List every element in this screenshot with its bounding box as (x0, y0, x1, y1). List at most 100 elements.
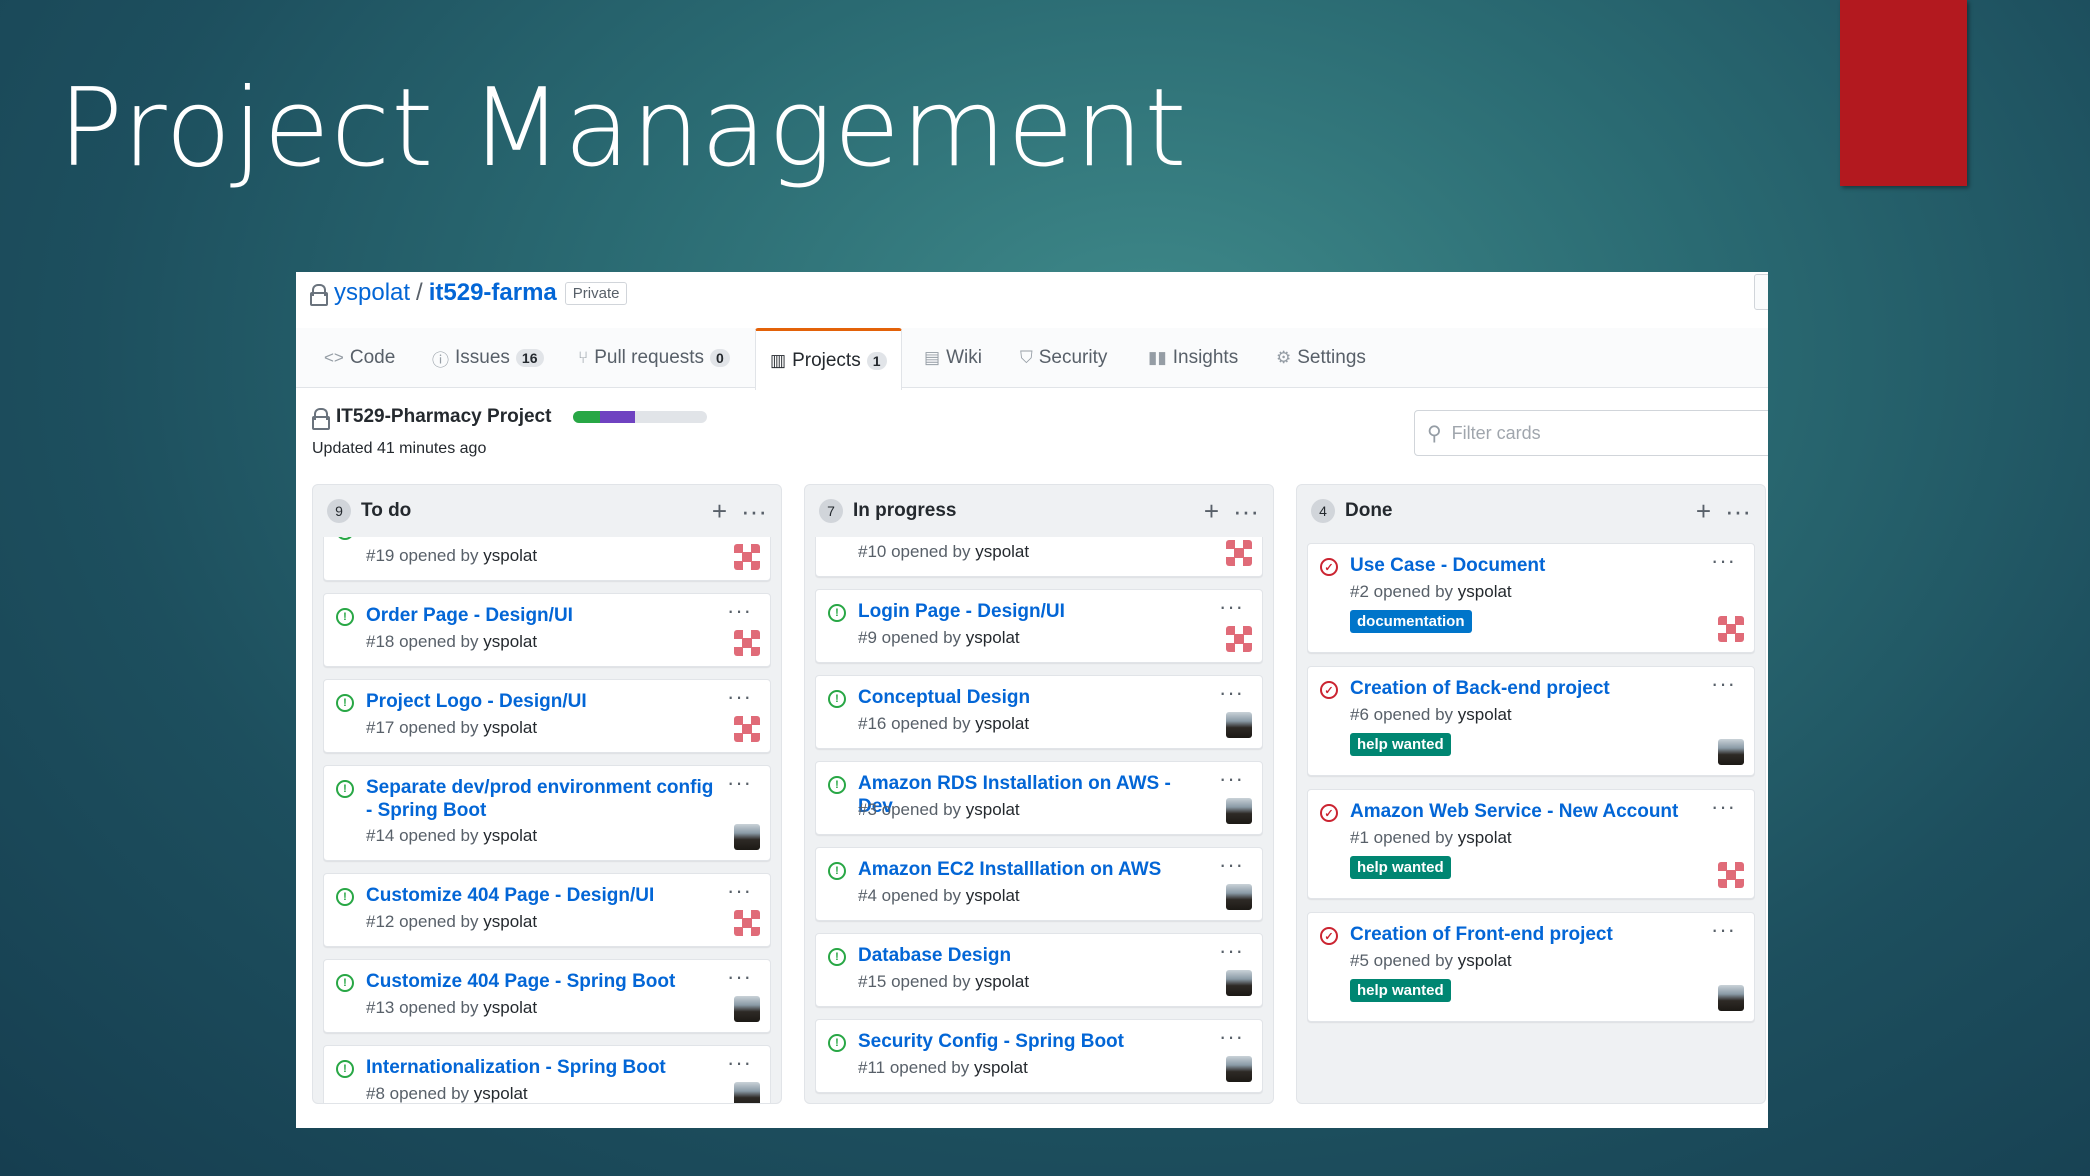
tab-insights[interactable]: ▮▮ Insights (1148, 328, 1238, 388)
issue-title-link[interactable]: Internationalization - Spring Boot (366, 1056, 716, 1079)
issue-card[interactable]: ! Customize 404 Page - Spring Boot #13 ope… (323, 959, 771, 1033)
issue-title-link[interactable]: Order Page - Design/UI (366, 604, 716, 627)
issue-title-link[interactable]: Database Design (858, 944, 1208, 967)
issue-author[interactable]: yspolat (483, 718, 537, 737)
issue-author[interactable]: yspolat (975, 542, 1029, 561)
card-menu-button[interactable]: ··· (1711, 794, 1736, 820)
card-menu-button[interactable]: ··· (727, 684, 752, 710)
repo-name-link[interactable]: it529-farma (429, 279, 557, 307)
issue-card[interactable]: ! Conceptual Design #16 opened by yspolat ·… (815, 675, 1263, 749)
issue-author[interactable]: yspolat (483, 826, 537, 845)
avatar[interactable] (1226, 798, 1252, 824)
issue-title-link[interactable]: Customize 404 Page - Spring Boot (366, 970, 716, 993)
avatar[interactable] (734, 630, 760, 656)
issue-author[interactable]: yspolat (966, 628, 1020, 647)
issue-title-link[interactable]: Security Config - Spring Boot (858, 1030, 1208, 1053)
issue-title-link[interactable]: Login Page - Design/UI (858, 600, 1208, 623)
repo-owner-link[interactable]: yspolat (334, 279, 410, 307)
issue-author[interactable]: yspolat (1458, 582, 1512, 601)
issue-card[interactable]: ✓ Creation of Front-end project #5 opened … (1307, 912, 1755, 1022)
avatar[interactable] (1718, 616, 1744, 642)
tab-issues[interactable]: ⓘ Issues 16 (432, 328, 544, 388)
card-menu-button[interactable]: ··· (1219, 852, 1244, 878)
avatar[interactable] (1718, 739, 1744, 765)
issue-card[interactable]: ! Security Config - Spring Boot #11 opened… (815, 1019, 1263, 1093)
issue-author[interactable]: yspolat (975, 972, 1029, 991)
issue-label[interactable]: help wanted (1350, 856, 1451, 879)
issue-title-link[interactable]: Amazon EC2 Installlation on AWS (858, 858, 1208, 881)
issue-card[interactable]: ! #19 opened by yspolat ··· (323, 537, 771, 581)
issue-card[interactable]: ✓ Use Case - Document #2 opened by yspolat… (1307, 543, 1755, 653)
issue-title-link[interactable]: Amazon Web Service - New Account (1350, 800, 1700, 823)
issue-author[interactable]: yspolat (483, 912, 537, 931)
avatar[interactable] (1718, 862, 1744, 888)
issue-author[interactable]: yspolat (1458, 951, 1512, 970)
issue-author[interactable]: yspolat (966, 886, 1020, 905)
avatar[interactable] (734, 996, 760, 1022)
issue-title-link[interactable]: Creation of Front-end project (1350, 923, 1700, 946)
avatar[interactable] (734, 544, 760, 570)
card-menu-button[interactable]: ··· (1219, 938, 1244, 964)
issue-card[interactable]: ! Amazon RDS Installation on AWS - Dev #3 … (815, 761, 1263, 835)
issue-card[interactable]: ✓ Amazon Web Service - New Account #1 open… (1307, 789, 1755, 899)
card-menu-button[interactable]: ··· (1711, 548, 1736, 574)
issue-card[interactable]: ✓ Creation of Back-end project #6 opened b… (1307, 666, 1755, 776)
issue-title-link[interactable]: Creation of Back-end project (1350, 677, 1700, 700)
issue-card[interactable]: ! Internationalization - Spring Boot #8 op… (323, 1045, 771, 1103)
corner-button[interactable] (1754, 274, 1768, 310)
card-menu-button[interactable]: ··· (727, 770, 752, 796)
issue-author[interactable]: yspolat (483, 998, 537, 1017)
column-menu-button[interactable]: ··· (741, 498, 767, 524)
filter-cards-input[interactable]: ⚲ Filter cards (1414, 410, 1768, 456)
card-menu-button[interactable]: ··· (1711, 671, 1736, 697)
issue-card[interactable]: ! Amazon EC2 Installlation on AWS #4 opene… (815, 847, 1263, 921)
card-menu-button[interactable]: ··· (1711, 917, 1736, 943)
issue-label[interactable]: help wanted (1350, 733, 1451, 756)
avatar[interactable] (1226, 540, 1252, 566)
issue-card[interactable]: ! Project Logo - Design/UI #17 opened by y… (323, 679, 771, 753)
issue-author[interactable]: yspolat (975, 714, 1029, 733)
avatar[interactable] (1226, 712, 1252, 738)
tab-settings[interactable]: ⚙ Settings (1276, 328, 1366, 388)
issue-author[interactable]: yspolat (474, 1084, 528, 1103)
issue-card[interactable]: ! Customize 404 Page - Design/UI #12 opene… (323, 873, 771, 947)
card-menu-button[interactable]: ··· (727, 1050, 752, 1076)
avatar[interactable] (1226, 626, 1252, 652)
issue-card[interactable]: ! Login Page - Design/UI #9 opened by yspo… (815, 589, 1263, 663)
issue-title-link[interactable]: Use Case - Document (1350, 554, 1700, 577)
issue-card[interactable]: ! Database Design #15 opened by yspolat ··· (815, 933, 1263, 1007)
issue-author[interactable]: yspolat (1458, 705, 1512, 724)
avatar[interactable] (734, 1082, 760, 1103)
avatar[interactable] (1718, 985, 1744, 1011)
issue-title-link[interactable]: Conceptual Design (858, 686, 1208, 709)
issue-title-link[interactable]: Customize 404 Page - Design/UI (366, 884, 716, 907)
issue-author[interactable]: yspolat (483, 632, 537, 651)
add-card-button[interactable]: + (712, 498, 727, 524)
tab-wiki[interactable]: ▤ Wiki (924, 328, 982, 388)
avatar[interactable] (1226, 1056, 1252, 1082)
card-menu-button[interactable]: ··· (727, 598, 752, 624)
add-card-button[interactable]: + (1204, 498, 1219, 524)
avatar[interactable] (1226, 884, 1252, 910)
avatar[interactable] (734, 716, 760, 742)
tab-pull-requests[interactable]: ⑂ Pull requests 0 (578, 328, 730, 388)
card-menu-button[interactable]: ··· (1219, 594, 1244, 620)
tab-security[interactable]: ⛉ Security (1020, 328, 1107, 388)
issue-author[interactable]: yspolat (483, 546, 537, 565)
issue-title-link[interactable]: Separate dev/prod environment config - S… (366, 776, 716, 822)
issue-card[interactable]: !#10 opened by yspolat··· (815, 537, 1263, 577)
card-menu-button[interactable]: ··· (1219, 680, 1244, 706)
card-menu-button[interactable]: ··· (727, 537, 752, 538)
card-menu-button[interactable]: ··· (727, 878, 752, 904)
tab-code[interactable]: <> Code (324, 328, 395, 388)
issue-card[interactable]: ! Separate dev/prod environment config - … (323, 765, 771, 861)
column-menu-button[interactable]: ··· (1725, 498, 1751, 524)
issue-author[interactable]: yspolat (974, 1058, 1028, 1077)
issue-card[interactable]: ! Order Page - Design/UI #18 opened by ysp… (323, 593, 771, 667)
issue-author[interactable]: yspolat (1458, 828, 1512, 847)
avatar[interactable] (734, 824, 760, 850)
avatar[interactable] (1226, 970, 1252, 996)
add-card-button[interactable]: + (1696, 498, 1711, 524)
issue-label[interactable]: help wanted (1350, 979, 1451, 1002)
card-menu-button[interactable]: ··· (727, 964, 752, 990)
